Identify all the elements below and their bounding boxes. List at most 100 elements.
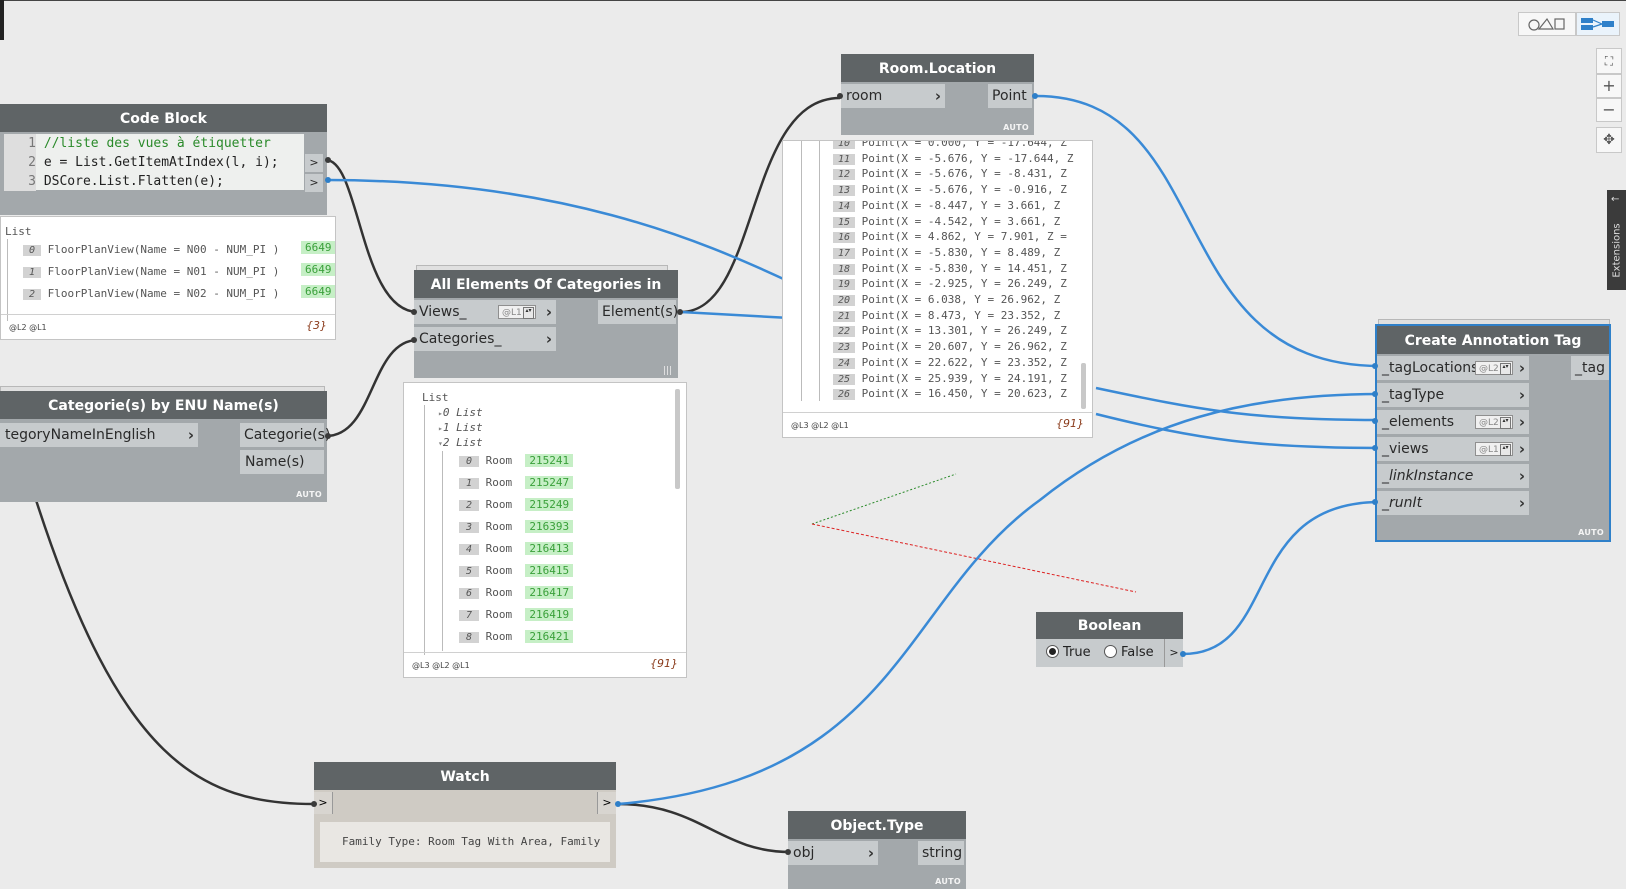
views-port-dot[interactable] bbox=[411, 309, 417, 315]
point-row: 17 Point(X = -5.830, Y = 8.489, Z bbox=[833, 246, 1060, 259]
room-input-port[interactable]: room › bbox=[841, 84, 945, 108]
wire-watch-tagtype[interactable] bbox=[617, 392, 1381, 806]
point-output-port[interactable]: Point bbox=[988, 84, 1032, 108]
code-port-dot-2[interactable] bbox=[325, 177, 331, 183]
linkinstance-input-port[interactable]: _linkInstance › bbox=[1377, 464, 1529, 488]
categories-input-port[interactable]: tegoryNameInEnglish › bbox=[0, 423, 198, 447]
elements-output-port[interactable]: Element(s) bbox=[598, 300, 678, 324]
graph-view-toggle[interactable] bbox=[1576, 12, 1620, 36]
string-output-port[interactable]: string bbox=[918, 841, 964, 865]
preview-sublist[interactable]: 1 List bbox=[443, 421, 483, 434]
names-output-port[interactable]: Name(s) bbox=[240, 450, 324, 474]
element-id: 6649 bbox=[301, 285, 335, 298]
watch-title: Watch bbox=[314, 762, 616, 790]
categories-port-dot[interactable] bbox=[325, 433, 331, 439]
categories-title: Categorie(s) by ENU Name(s) bbox=[0, 391, 327, 419]
zoom-in-button[interactable]: + bbox=[1596, 74, 1622, 98]
point-port-dot[interactable] bbox=[1032, 93, 1038, 99]
wire-boolean-runit[interactable] bbox=[1182, 500, 1381, 656]
obj-input-port[interactable]: obj › bbox=[788, 841, 878, 865]
elements-port-dot[interactable] bbox=[677, 309, 683, 315]
chevron-right-icon: › bbox=[1518, 467, 1525, 485]
watch-port-out[interactable]: > bbox=[597, 792, 616, 814]
boolean-port-dot[interactable] bbox=[1180, 651, 1186, 657]
point-row: 24 Point(X = 22.622, Y = 23.352, Z bbox=[833, 356, 1067, 369]
preview-sublist[interactable]: 0 List bbox=[443, 406, 483, 419]
preview-list-header: List bbox=[422, 391, 449, 404]
code-port-dot-1[interactable] bbox=[325, 157, 331, 163]
room-port-dot[interactable] bbox=[837, 93, 843, 99]
pan-button[interactable]: ✥ bbox=[1596, 127, 1622, 153]
lacing-selector[interactable]: @L2 ▴▾ bbox=[1475, 361, 1513, 375]
wire-watch-objtype[interactable] bbox=[617, 802, 791, 854]
wire-codeblock-views[interactable] bbox=[325, 158, 419, 314]
axis-x-line bbox=[811, 523, 1137, 593]
axis-y-line bbox=[811, 473, 957, 525]
tagtype-input-port[interactable]: _tagType › bbox=[1377, 383, 1529, 407]
runit-input-port[interactable]: _runIt › bbox=[1377, 491, 1529, 515]
views-port-dot[interactable] bbox=[1372, 445, 1378, 451]
true-radio[interactable]: True bbox=[1046, 639, 1091, 667]
point-row: 18 Point(X = -5.830, Y = 14.451, Z bbox=[833, 262, 1067, 275]
preview-scrollbar[interactable] bbox=[675, 389, 680, 489]
zoom-out-button[interactable]: − bbox=[1596, 98, 1622, 122]
tag-output-port[interactable]: _tag bbox=[1571, 356, 1609, 380]
categories-node[interactable]: Categorie(s) by ENU Name(s) tegoryNameIn… bbox=[0, 391, 330, 502]
resize-grip-icon[interactable]: ||| bbox=[663, 366, 672, 376]
wire-views-tag[interactable] bbox=[1095, 412, 1381, 450]
runit-port-dot[interactable] bbox=[1372, 499, 1378, 505]
watch-in-dot[interactable] bbox=[311, 801, 317, 807]
auto-label: AUTO bbox=[1578, 528, 1604, 537]
point-row: 22 Point(X = 13.301, Y = 26.249, Z bbox=[833, 324, 1067, 338]
wire-watch-in[interactable] bbox=[34, 499, 315, 806]
all-elements-node[interactable]: All Elements Of Categories in View Views… bbox=[414, 270, 678, 378]
code-port-out-2[interactable]: > bbox=[305, 174, 323, 192]
code-line-2: e = List.GetItemAtIndex(l, i); bbox=[43, 155, 279, 170]
categories-port-dot[interactable] bbox=[411, 337, 417, 343]
left-edge-marker bbox=[0, 0, 4, 40]
watch-out-dot[interactable] bbox=[615, 801, 621, 807]
preview-sublist[interactable]: 2 List bbox=[443, 436, 483, 449]
taglocations-input-port[interactable]: _tagLocations @L2 ▴▾ › bbox=[1377, 356, 1529, 380]
element-id: 215241 bbox=[525, 454, 574, 467]
background-preview-toggle[interactable] bbox=[1518, 12, 1576, 36]
wire-elements-tag[interactable] bbox=[1095, 386, 1381, 422]
chevron-right-icon: › bbox=[867, 844, 874, 862]
code-editor[interactable]: 1 //liste des vues à étiquetter 2 e = Li… bbox=[4, 134, 304, 191]
watch-node[interactable]: Watch > > Family Type: Room Tag With Are… bbox=[314, 762, 616, 868]
element-id: 216417 bbox=[525, 586, 574, 599]
preview-item: FloorPlanView(Name = N00 - NUM_PI ) bbox=[47, 243, 280, 256]
categories-output-port[interactable]: Categorie(s) bbox=[240, 423, 330, 447]
elements-port-dot[interactable] bbox=[1372, 418, 1378, 424]
tagtype-port-dot[interactable] bbox=[1372, 391, 1378, 397]
chevron-right-icon: › bbox=[545, 330, 552, 348]
false-radio[interactable]: False bbox=[1104, 639, 1154, 667]
chevron-right-icon: › bbox=[545, 303, 552, 321]
elements-input-port[interactable]: _elements @L2 ▴▾ › bbox=[1377, 410, 1529, 434]
lacing-selector[interactable]: @L1 ▴▾ bbox=[498, 305, 536, 319]
lacing-selector[interactable]: @L2 ▴▾ bbox=[1475, 415, 1513, 429]
views-input-port[interactable]: _views @L1 ▴▾ › bbox=[1377, 437, 1529, 461]
extensions-tab[interactable]: ← Extensions bbox=[1607, 190, 1626, 290]
code-port-out-1[interactable]: > bbox=[305, 154, 323, 172]
categories-input-port[interactable]: Categories_ › bbox=[414, 327, 556, 351]
taglocations-port-dot[interactable] bbox=[1372, 363, 1378, 369]
obj-port-dot[interactable] bbox=[785, 849, 791, 855]
code-block-node[interactable]: Code Block 1 //liste des vues à étiquett… bbox=[0, 104, 327, 215]
chevron-right-icon: › bbox=[1518, 494, 1525, 512]
zoom-fit-button[interactable]: ⛶ bbox=[1596, 48, 1622, 74]
boolean-title: Boolean bbox=[1036, 612, 1183, 639]
object-type-node[interactable]: Object.Type obj › string AUTO bbox=[788, 811, 966, 889]
lacing-selector[interactable]: @L1 ▴▾ bbox=[1475, 442, 1513, 456]
point-row: 13 Point(X = -5.676, Y = -0.916, Z bbox=[833, 183, 1067, 197]
element-id: 215249 bbox=[525, 498, 574, 511]
preview-scrollbar[interactable] bbox=[1081, 363, 1086, 409]
extensions-label: Extensions bbox=[1611, 223, 1623, 278]
create-annotation-tag-node[interactable]: Create Annotation Tag _tagLocations @L2 ▴▾… bbox=[1375, 324, 1611, 542]
point-row: 25 Point(X = 25.939, Y = 24.191, Z bbox=[833, 372, 1067, 385]
boolean-node[interactable]: Boolean True False > bbox=[1036, 612, 1183, 667]
views-input-port[interactable]: Views_ @L1 ▴▾ › bbox=[414, 300, 556, 324]
wire-elements-blue[interactable] bbox=[680, 310, 791, 320]
point-row: 21 Point(X = 8.473, Y = 23.352, Z bbox=[833, 309, 1060, 322]
room-location-node[interactable]: Room.Location room › Point AUTO bbox=[841, 54, 1034, 135]
